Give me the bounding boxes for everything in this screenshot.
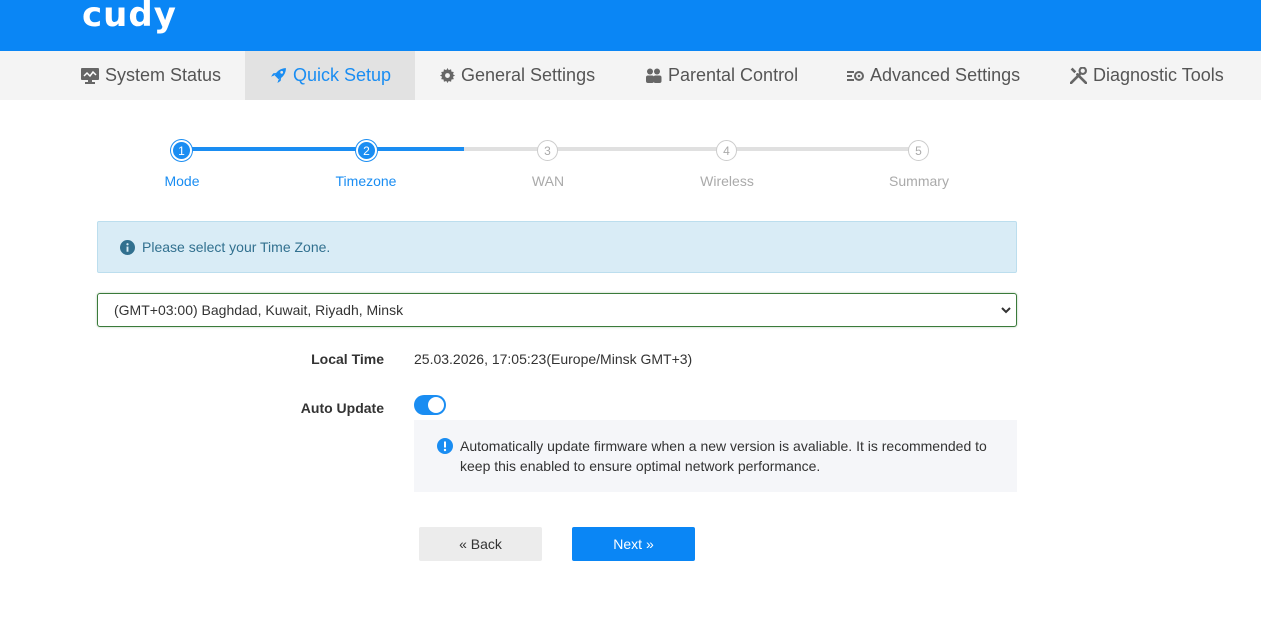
- auto-update-label: Auto Update: [300, 400, 384, 416]
- nav-general-settings[interactable]: General Settings: [440, 51, 595, 100]
- main-nav: System Status Quick Setup General Settin…: [0, 51, 1261, 100]
- step-1-circle: 1: [171, 140, 192, 161]
- local-time-value: 25.03.2026, 17:05:23(Europe/Minsk GMT+3): [414, 351, 693, 367]
- nav-diagnostic-tools[interactable]: Diagnostic Tools: [1070, 51, 1224, 100]
- toggle-knob: [428, 397, 444, 413]
- auto-update-note: Automatically update firmware when a new…: [414, 420, 1017, 492]
- note-text: Automatically update firmware when a new…: [460, 438, 987, 474]
- timezone-select[interactable]: (GMT+03:00) Baghdad, Kuwait, Riyadh, Min…: [97, 293, 1017, 327]
- gear-icon: [440, 68, 455, 83]
- cudy-logo: cudy: [82, 0, 177, 35]
- info-circle-icon: [120, 239, 135, 255]
- step-3-circle: 3: [537, 140, 558, 161]
- users-icon: [646, 68, 662, 83]
- step-2-circle: 2: [356, 140, 377, 161]
- step-progress-line: [182, 147, 464, 151]
- rocket-icon: [271, 68, 286, 83]
- timezone-selected-value: (GMT+03:00) Baghdad, Kuwait, Riyadh, Min…: [114, 302, 404, 318]
- nav-label: Parental Control: [668, 65, 799, 85]
- nav-label: Advanced Settings: [870, 65, 1021, 85]
- step-1-label: Mode: [164, 173, 200, 189]
- step-4-label: Wireless: [700, 173, 754, 189]
- back-button[interactable]: « Back: [419, 527, 542, 561]
- info-text: Please select your Time Zone.: [142, 239, 331, 255]
- top-header-bar: cudy: [0, 0, 1261, 51]
- sliders-icon: [847, 70, 864, 81]
- nav-label: System Status: [105, 65, 222, 85]
- step-2-label: Timezone: [335, 173, 397, 189]
- step-remaining-line: [464, 147, 919, 151]
- auto-update-toggle[interactable]: [414, 395, 446, 415]
- nav-label: Quick Setup: [293, 65, 392, 85]
- step-3-label: WAN: [531, 173, 565, 189]
- setup-stepper: 1 2 3 4 5 Mode Timezone WAN Wireless Sum…: [0, 138, 1261, 198]
- wrench-icon: [1070, 67, 1087, 84]
- monitor-icon: [81, 67, 99, 84]
- nav-parental-control[interactable]: Parental Control: [645, 51, 798, 100]
- local-time-label: Local Time: [311, 351, 384, 367]
- nav-advanced-settings[interactable]: Advanced Settings: [847, 51, 1020, 100]
- nav-label: Diagnostic Tools: [1093, 65, 1224, 85]
- chevron-down-icon: [1001, 307, 1011, 314]
- nav-quick-setup[interactable]: Quick Setup: [245, 51, 415, 100]
- next-button[interactable]: Next »: [572, 527, 695, 561]
- nav-system-status[interactable]: System Status: [81, 51, 221, 100]
- step-5-label: Summary: [889, 173, 949, 189]
- nav-label: General Settings: [461, 65, 596, 85]
- timezone-info-alert: Please select your Time Zone.: [97, 221, 1017, 273]
- step-4-circle: 4: [716, 140, 737, 161]
- exclamation-circle-icon: [437, 438, 453, 454]
- step-5-circle: 5: [908, 140, 929, 161]
